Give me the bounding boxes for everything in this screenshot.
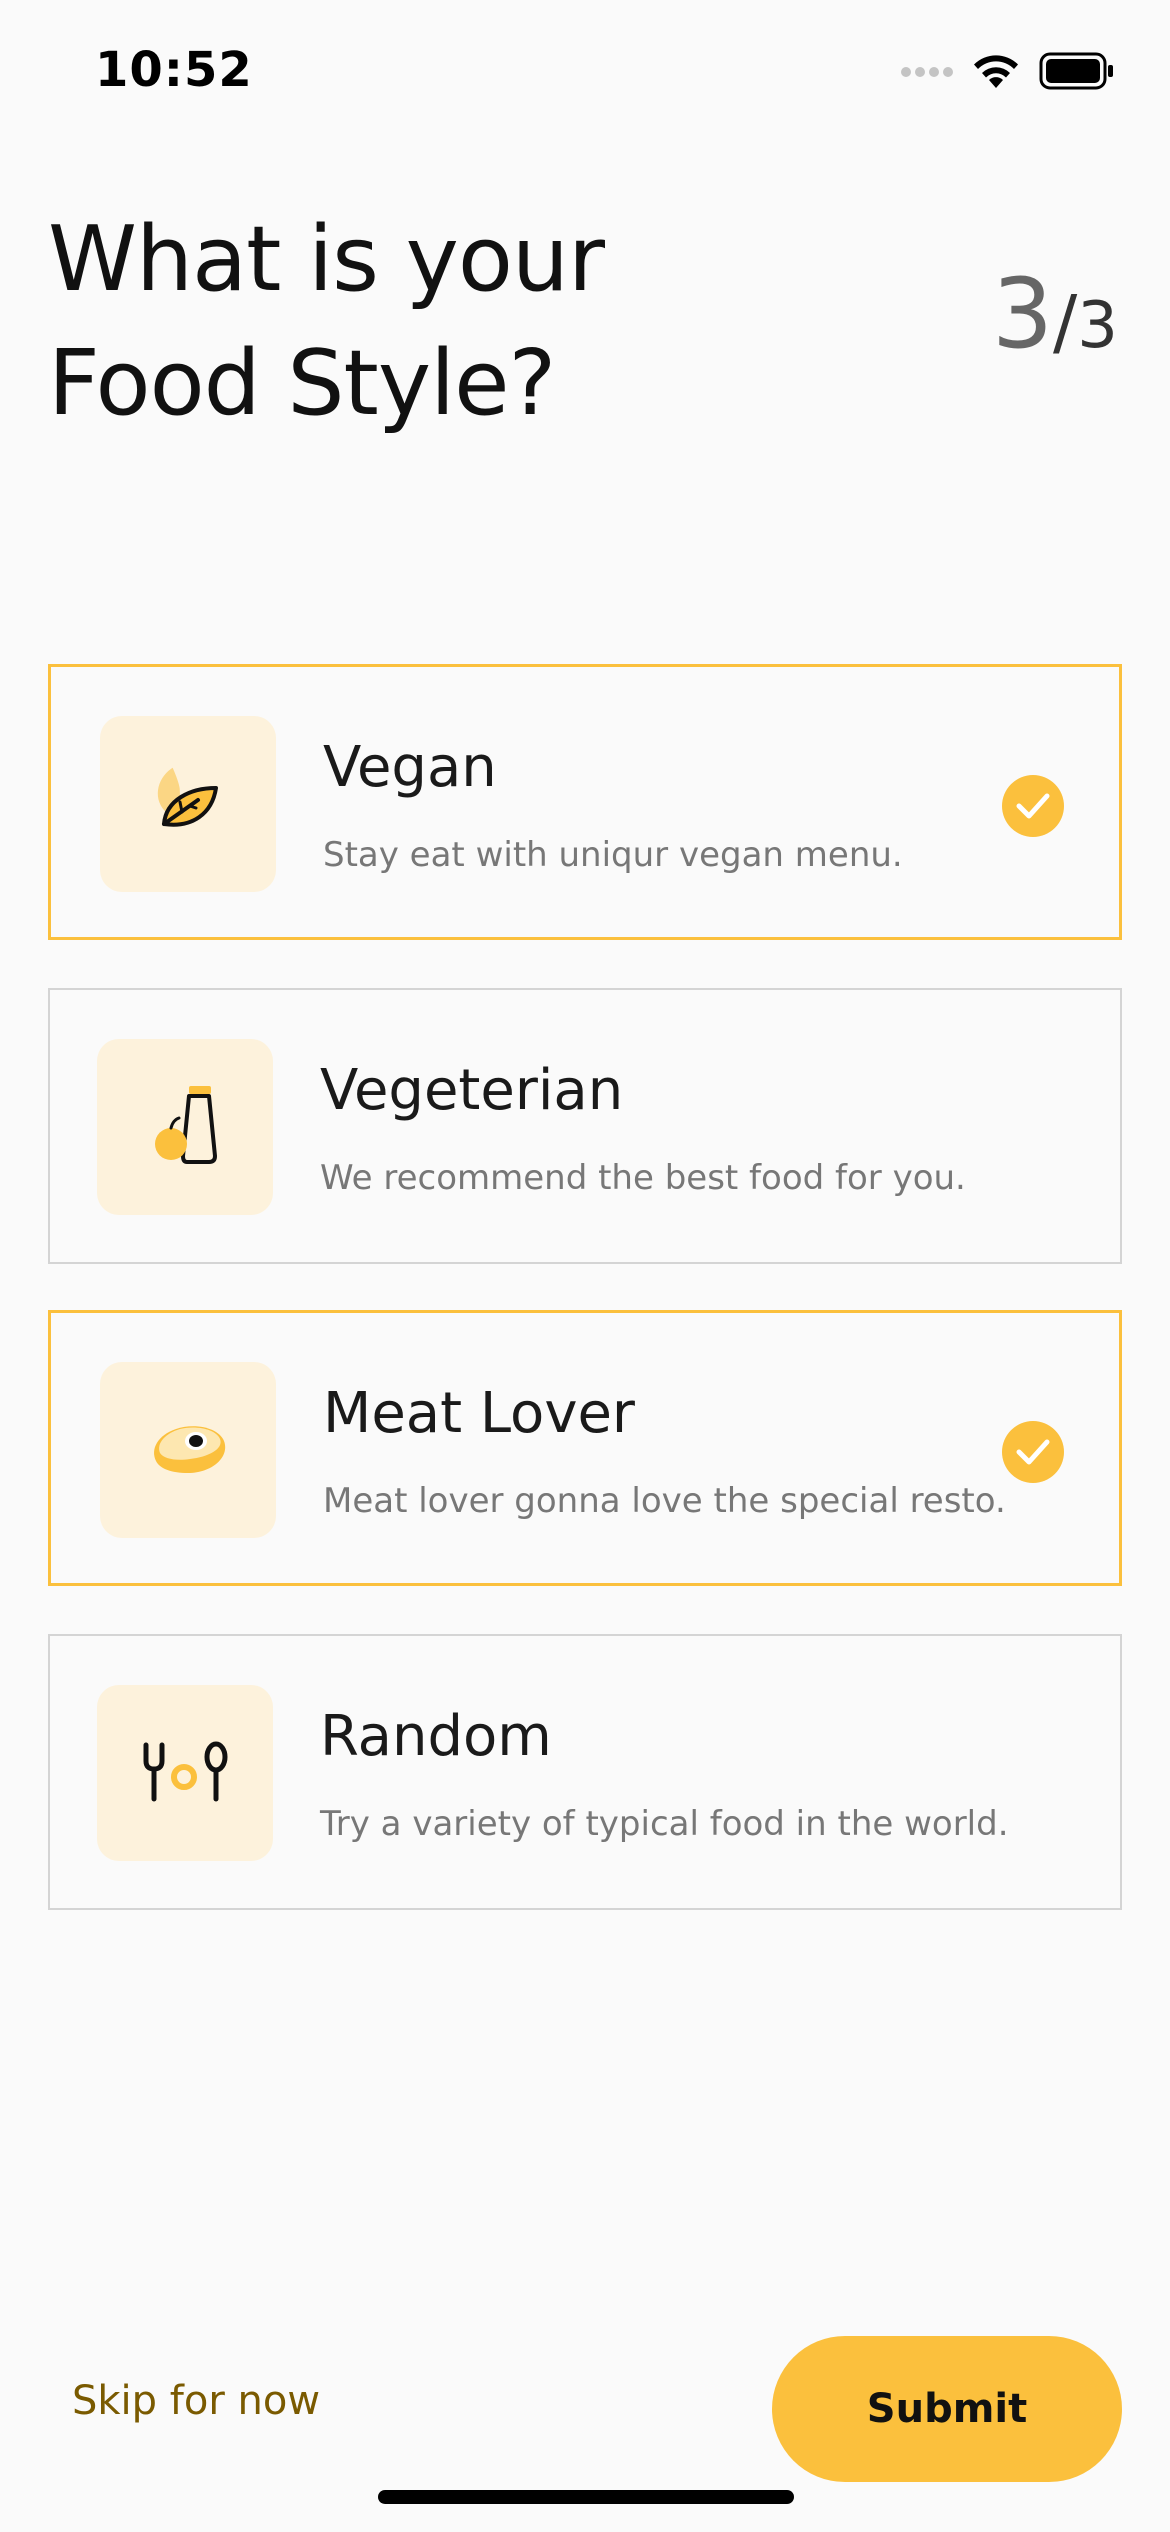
signal-dots-icon <box>901 64 953 83</box>
leaf-icon <box>148 762 228 846</box>
option-description: Stay eat with uniqur vegan menu. <box>323 835 903 875</box>
home-indicator <box>378 2490 794 2504</box>
option-description: We recommend the best food for you. <box>320 1158 966 1198</box>
option-title: Random <box>320 1704 552 1769</box>
check-icon <box>1002 1421 1064 1483</box>
check-icon <box>1002 775 1064 837</box>
option-card-meat-lover[interactable]: Meat Lover Meat lover gonna love the spe… <box>48 1310 1122 1586</box>
utensils-icon <box>140 1739 230 1807</box>
steak-icon <box>146 1413 230 1487</box>
page-title-line-2: Food Style? <box>48 331 556 436</box>
option-icon-box <box>97 1685 273 1861</box>
battery-icon <box>1039 52 1115 94</box>
status-time: 10:52 <box>95 42 253 98</box>
status-icons <box>901 52 1115 94</box>
page-title: What is your Food Style? <box>48 198 605 446</box>
option-title: Vegan <box>323 735 497 800</box>
submit-button[interactable]: Submit <box>772 2336 1122 2482</box>
status-bar: 10:52 <box>0 0 1170 150</box>
step-separator: / <box>1053 280 1078 364</box>
option-description: Try a variety of typical food in the wor… <box>320 1804 1009 1844</box>
option-card-vegan[interactable]: Vegan Stay eat with uniqur vegan menu. <box>48 664 1122 940</box>
option-description: Meat lover gonna love the special resto. <box>323 1481 1006 1521</box>
option-card-random[interactable]: Random Try a variety of typical food in … <box>48 1634 1122 1910</box>
wifi-icon <box>971 52 1021 94</box>
bottle-fruit-icon <box>145 1080 225 1174</box>
option-title: Vegeterian <box>320 1058 624 1123</box>
page-title-line-1: What is your <box>48 207 605 312</box>
option-title: Meat Lover <box>323 1381 635 1446</box>
option-card-vegeterian[interactable]: Vegeterian We recommend the best food fo… <box>48 988 1122 1264</box>
step-current: 3 <box>991 258 1054 370</box>
option-icon-box <box>100 716 276 892</box>
option-icon-box <box>100 1362 276 1538</box>
step-total: 3 <box>1077 289 1118 363</box>
skip-for-now-link[interactable]: Skip for now <box>72 2378 320 2424</box>
option-icon-box <box>97 1039 273 1215</box>
step-indicator: 3/3 <box>992 258 1118 370</box>
